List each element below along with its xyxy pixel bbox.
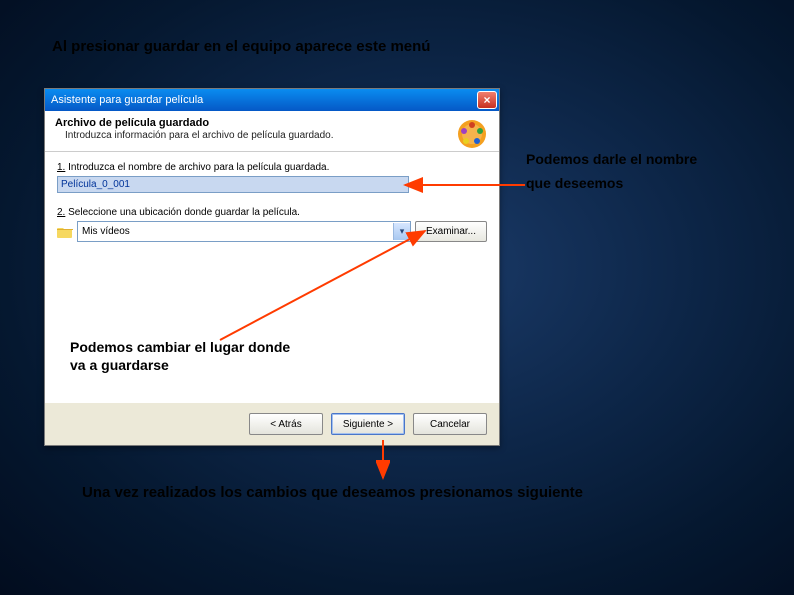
annotation-next: Una vez realizados los cambios que desea… — [82, 484, 583, 501]
header-title: Archivo de película guardado — [55, 117, 489, 129]
location-label: 2. Seleccione una ubicación donde guarda… — [57, 207, 487, 218]
back-button[interactable]: < Atrás — [249, 413, 323, 435]
annotation-filename-line2: que deseemos — [526, 172, 697, 196]
annotation-location: Podemos cambiar el lugar donde va a guar… — [70, 339, 290, 374]
location-combo[interactable]: Mis vídeos ▾ — [77, 221, 411, 242]
filename-label: 1. Introduzca el nombre de archivo para … — [57, 162, 487, 173]
location-label-text: Seleccione una ubicación donde guardar l… — [68, 207, 300, 218]
filename-input[interactable] — [57, 176, 409, 193]
next-button[interactable]: Siguiente > — [331, 413, 405, 435]
location-step-number: 2. — [57, 207, 65, 218]
header-subtitle: Introduzca información para el archivo d… — [65, 130, 489, 141]
annotation-filename-line1: Podemos darle el nombre — [526, 148, 697, 172]
slide-title: Al presionar guardar en el equipo aparec… — [52, 38, 430, 55]
location-combo-value: Mis vídeos — [82, 226, 130, 237]
close-icon[interactable]: × — [477, 91, 497, 109]
window-title: Asistente para guardar película — [51, 94, 203, 106]
save-movie-wizard-dialog: Asistente para guardar película × Archiv… — [44, 88, 500, 446]
folder-icon — [57, 224, 73, 240]
chevron-down-icon[interactable]: ▾ — [393, 223, 410, 240]
browse-button[interactable]: Examinar... — [415, 221, 487, 242]
filename-label-text: Introduzca el nombre de archivo para la … — [68, 162, 329, 173]
titlebar: Asistente para guardar película × — [45, 89, 499, 111]
annotation-filename: Podemos darle el nombre que deseemos — [526, 148, 697, 196]
cancel-button[interactable]: Cancelar — [413, 413, 487, 435]
movie-reel-icon — [455, 117, 489, 151]
filename-step-number: 1. — [57, 162, 65, 173]
button-bar: < Atrás Siguiente > Cancelar — [45, 402, 499, 445]
dialog-header: Archivo de película guardado Introduzca … — [45, 111, 499, 152]
